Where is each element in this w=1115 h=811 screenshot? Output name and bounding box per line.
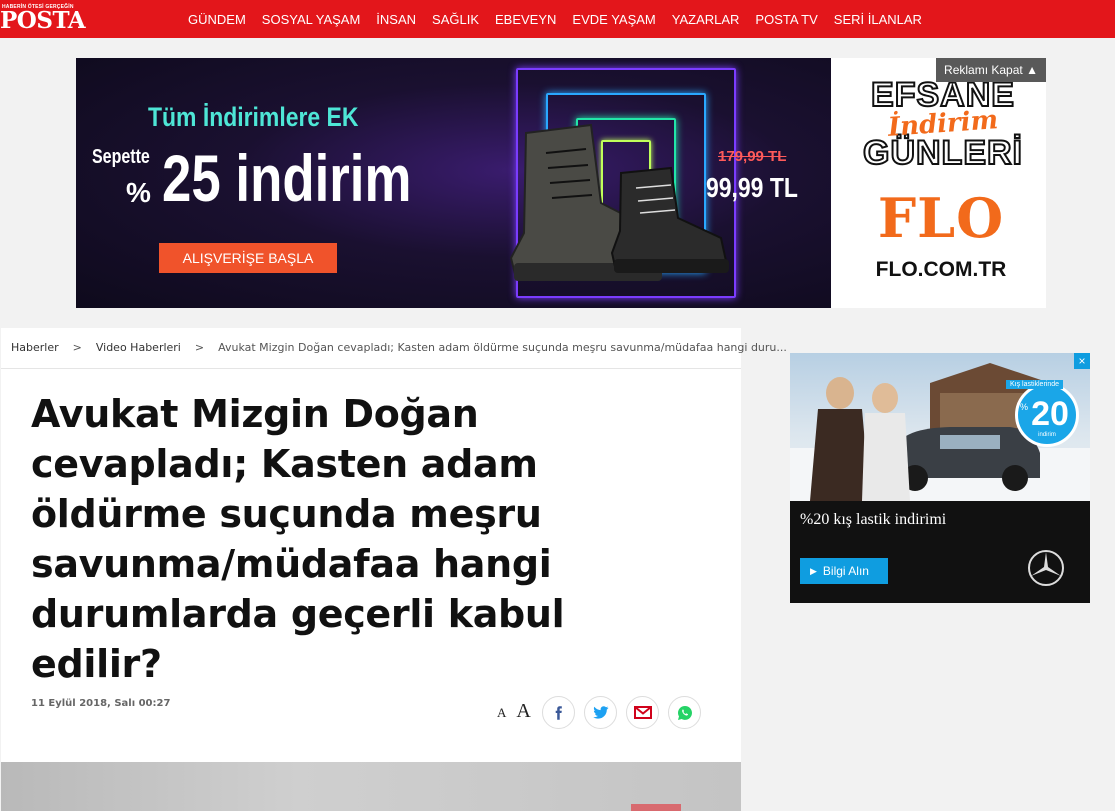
side-ad-close-icon[interactable]: × bbox=[1074, 353, 1090, 369]
nav-item-saglik[interactable]: SAĞLIK bbox=[432, 12, 479, 27]
nav-item-insan[interactable]: İNSAN bbox=[376, 12, 416, 27]
breadcrumb-item-video-haberleri[interactable]: Video Haberleri bbox=[96, 341, 181, 354]
nav-item-posta-tv[interactable]: POSTA TV bbox=[755, 12, 817, 27]
new-price: 99,99 TL bbox=[706, 172, 798, 203]
old-price: 179,99 TL bbox=[718, 148, 787, 165]
logo-text: POSTA bbox=[0, 7, 86, 34]
breadcrumb: Haberler > Video Haberleri > Avukat Mizg… bbox=[11, 341, 787, 354]
share-whatsapp-button[interactable] bbox=[668, 696, 701, 729]
banner-ad[interactable]: Tüm İndirimlere EK Sepette % 25 indirim … bbox=[76, 58, 1046, 308]
flo-url: FLO.COM.TR bbox=[875, 258, 1007, 281]
discount-badge: Kış lastiklerinde % 20 indirim bbox=[1006, 380, 1079, 447]
campaign-title: EFSANE İndirim GÜNLERİ bbox=[862, 76, 1023, 172]
nav-item-yazarlar[interactable]: YAZARLAR bbox=[672, 12, 740, 27]
top-nav-bar: HABERİN ÖTESİ GERÇEĞİN POSTA GÜNDEM SOSY… bbox=[0, 0, 1115, 38]
share-twitter-button[interactable] bbox=[584, 696, 617, 729]
breadcrumb-separator: > bbox=[194, 341, 205, 354]
breadcrumb-current: Avukat Mizgin Doğan cevapladı; Kasten ad… bbox=[218, 341, 787, 354]
side-ad-text: %20 kış lastik indirimi bbox=[800, 511, 947, 528]
share-mail-button[interactable] bbox=[626, 696, 659, 729]
nav-item-sosyal-yasam[interactable]: SOSYAL YAŞAM bbox=[262, 12, 361, 27]
article-title: Avukat Mizgin Doğan cevapladı; Kasten ad… bbox=[31, 392, 565, 686]
banner-discount: 25 indirim bbox=[162, 141, 412, 215]
banner-ad-brand-panel[interactable]: EFSANE İndirim GÜNLERİ FLO FLO.COM.TR bbox=[831, 58, 1046, 308]
more-info-label: Bilgi Alın bbox=[822, 564, 869, 578]
main-nav: GÜNDEM SOSYAL YAŞAM İNSAN SAĞLIK EBEVEYN… bbox=[180, 0, 930, 38]
twitter-icon bbox=[592, 705, 608, 719]
facebook-icon bbox=[555, 705, 562, 720]
banner-headline: Tüm İndirimlere EK bbox=[148, 102, 359, 132]
whatsapp-icon bbox=[677, 705, 692, 720]
breadcrumb-item-haberler[interactable]: Haberler bbox=[11, 341, 59, 354]
side-ad-photo: Kış lastiklerinde % 20 indirim bbox=[790, 353, 1090, 501]
banner-ad-creative[interactable]: Tüm İndirimlere EK Sepette % 25 indirim … bbox=[76, 58, 831, 308]
mercedes-logo-icon bbox=[1028, 550, 1064, 586]
flo-logo: FLO bbox=[877, 186, 1005, 250]
article-date: 11 Eylül 2018, Salı 00:27 bbox=[31, 698, 171, 709]
article-card: Haberler > Video Haberleri > Avukat Mizg… bbox=[1, 328, 787, 811]
shop-now-button[interactable]: ALIŞVERİŞE BAŞLA bbox=[159, 243, 337, 273]
badge-top-text: Kış lastiklerinde bbox=[1006, 380, 1064, 389]
campaign-line-1: EFSANE bbox=[870, 76, 1015, 114]
mail-icon bbox=[633, 706, 652, 719]
divider bbox=[1, 368, 741, 369]
nav-item-ebeveyn[interactable]: EBEVEYN bbox=[495, 12, 556, 27]
font-decrease-button[interactable]: A bbox=[497, 705, 506, 721]
play-arrow-icon: ▶ bbox=[810, 565, 817, 576]
font-size-controls: A A bbox=[497, 700, 531, 723]
posta-logo[interactable]: HABERİN ÖTESİ GERÇEĞİN POSTA bbox=[0, 4, 86, 34]
breadcrumb-separator: > bbox=[72, 341, 82, 354]
share-facebook-button[interactable] bbox=[542, 696, 575, 729]
close-ad-button[interactable]: Reklamı Kapat ▲ bbox=[936, 58, 1046, 82]
nav-item-gundem[interactable]: GÜNDEM bbox=[188, 12, 246, 27]
campaign-line-3: GÜNLERİ bbox=[862, 134, 1023, 172]
badge-value: 20 bbox=[1031, 395, 1069, 433]
video-player[interactable] bbox=[1, 762, 741, 811]
banner-sepette: Sepette bbox=[92, 146, 150, 168]
nav-item-evde-yasam[interactable]: EVDE YAŞAM bbox=[572, 12, 655, 27]
video-thumbnail-logo bbox=[631, 804, 681, 811]
banner-percent: % bbox=[126, 177, 151, 208]
more-info-button[interactable]: ▶ Bilgi Alın bbox=[800, 558, 888, 584]
font-increase-button[interactable]: A bbox=[516, 700, 530, 723]
badge-sub-text: indirim bbox=[1038, 432, 1056, 438]
side-ad[interactable]: Kış lastiklerinde % 20 indirim × %20 kış… bbox=[790, 353, 1090, 603]
nav-item-seri-ilanlar[interactable]: SERİ İLANLAR bbox=[834, 12, 922, 27]
